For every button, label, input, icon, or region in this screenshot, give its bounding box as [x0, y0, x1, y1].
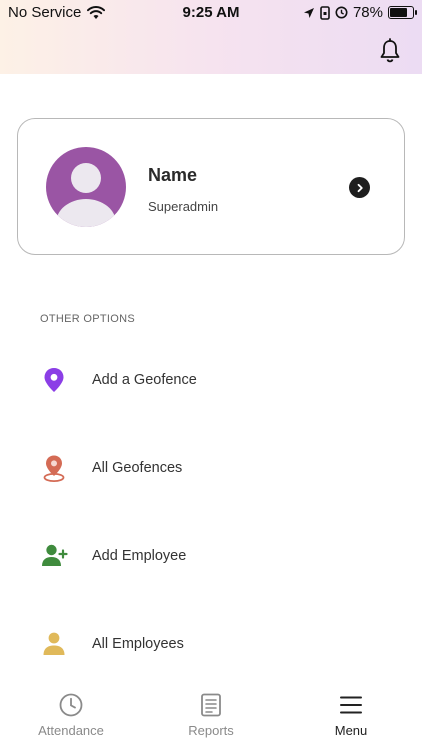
menu-item-label: All Geofences — [92, 460, 183, 476]
tab-label: Attendance — [38, 723, 104, 738]
bottom-tab-bar: Attendance Reports Menu — [0, 678, 422, 750]
profile-card[interactable]: Name Superadmin — [17, 118, 405, 255]
geofences-location-icon — [43, 455, 65, 482]
chevron-right-icon — [357, 183, 363, 192]
profile-open-button[interactable] — [349, 177, 370, 198]
menu-item-add-geofence[interactable]: Add a Geofence — [0, 355, 422, 405]
clock-icon — [59, 693, 83, 717]
tab-attendance[interactable]: Attendance — [16, 692, 126, 748]
menu-item-label: Add a Geofence — [92, 372, 197, 388]
tab-label: Reports — [188, 723, 234, 738]
avatar — [46, 147, 126, 227]
menu-item-all-employees[interactable]: All Employees — [0, 619, 422, 669]
person-icon — [43, 632, 65, 655]
notification-bell-icon[interactable] — [378, 38, 402, 64]
menu-item-label: All Employees — [92, 636, 184, 652]
battery-icon — [388, 6, 417, 19]
menu-item-all-geofences[interactable]: All Geofences — [0, 443, 422, 493]
portrait-lock-icon — [320, 5, 330, 20]
tab-reports[interactable]: Reports — [156, 692, 266, 748]
battery-level — [390, 8, 408, 17]
status-bar: No Service 9:25 AM 78% — [0, 0, 422, 26]
add-person-icon — [42, 544, 68, 566]
profile-role: Superadmin — [148, 199, 219, 214]
menu-item-add-employee[interactable]: Add Employee — [0, 531, 422, 581]
tab-label: Menu — [334, 723, 368, 738]
location-arrow-icon — [303, 7, 314, 18]
alarm-icon — [335, 6, 348, 19]
menu-icon — [340, 696, 362, 714]
menu-item-label: Add Employee — [92, 548, 187, 564]
default-avatar-icon — [56, 163, 116, 227]
geofence-pin-icon — [44, 368, 64, 392]
tab-menu[interactable]: Menu — [296, 692, 406, 748]
profile-name: Name — [148, 165, 198, 185]
report-icon — [201, 693, 221, 717]
battery-percent: 78% — [352, 4, 383, 21]
section-label-other-options: OTHER OPTIONS — [40, 313, 135, 325]
